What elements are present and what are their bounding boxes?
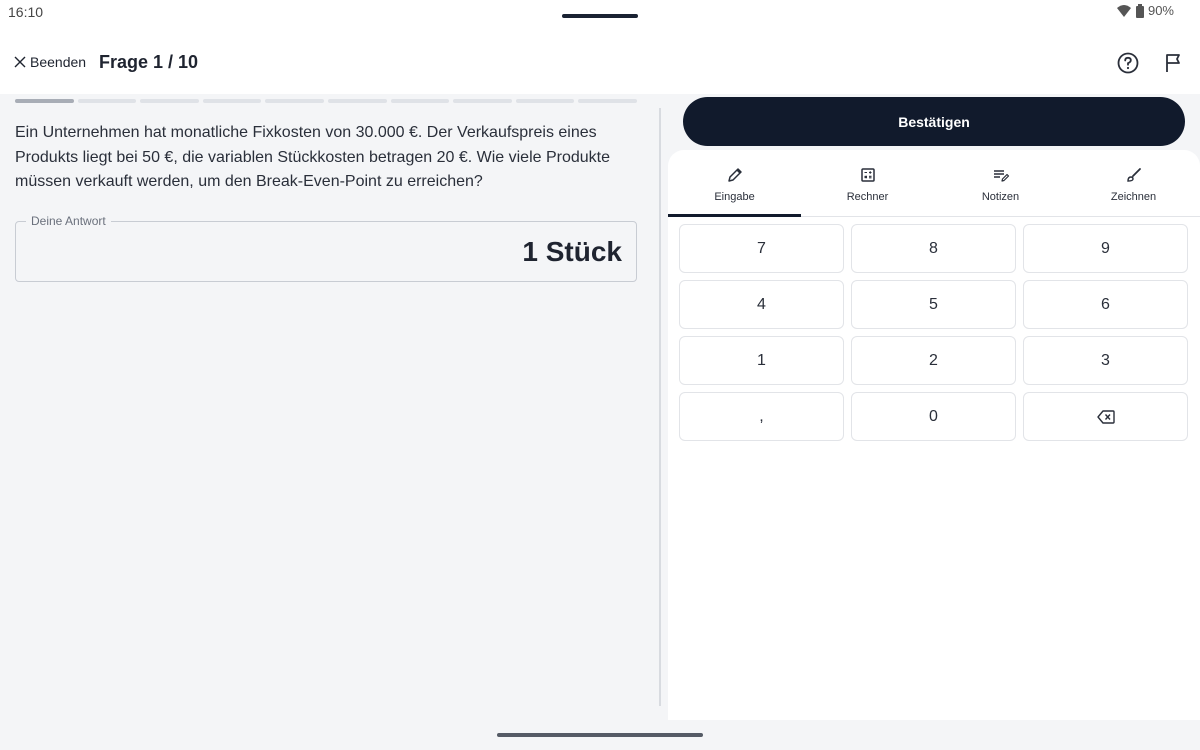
top-bar: Beenden Frage 1 / 10	[0, 34, 1200, 94]
key-label: 6	[1101, 295, 1110, 313]
key-label: 7	[757, 239, 766, 257]
tab-eingabe[interactable]: Eingabe	[668, 160, 801, 217]
calculator-icon	[860, 168, 875, 182]
progress-segment	[327, 99, 387, 103]
home-indicator[interactable]	[497, 733, 703, 737]
quit-label: Beenden	[30, 54, 87, 70]
wifi-icon	[1116, 4, 1131, 17]
backspace-icon	[1096, 409, 1115, 424]
backspace-key[interactable]	[1023, 392, 1188, 441]
confirm-button[interactable]: Bestätigen	[683, 97, 1185, 146]
key-9[interactable]: 9	[1023, 224, 1188, 273]
quit-button[interactable]: Beenden	[14, 54, 86, 70]
notes-icon	[993, 170, 1009, 182]
key-3[interactable]: 3	[1023, 336, 1188, 385]
brush-icon	[1126, 168, 1141, 182]
flag-icon[interactable]	[1162, 51, 1186, 75]
key-label: 3	[1101, 351, 1110, 369]
progress-bar	[15, 99, 637, 103]
key-0[interactable]: 0	[851, 392, 1016, 441]
key-2[interactable]: 2	[851, 336, 1016, 385]
top-handle	[562, 14, 638, 18]
key-label: 1	[757, 351, 766, 369]
key-8[interactable]: 8	[851, 224, 1016, 273]
key-1[interactable]: 1	[679, 336, 844, 385]
progress-segment	[140, 99, 199, 103]
key-label: 2	[929, 351, 938, 369]
key-label: 0	[929, 407, 938, 425]
progress-segment	[578, 99, 637, 103]
answer-value: 1 Stück	[522, 236, 622, 267]
progress-segment	[390, 99, 450, 103]
tab-label: Zeichnen	[1110, 191, 1157, 203]
key-6[interactable]: 6	[1023, 280, 1188, 329]
split-divider[interactable]	[659, 108, 661, 706]
key-label: 8	[929, 239, 938, 257]
page-title: Frage 1 / 10	[99, 52, 199, 72]
tab-label: Eingabe	[714, 191, 755, 203]
help-icon[interactable]	[1116, 51, 1140, 75]
tab-notizen[interactable]: Notizen	[934, 160, 1067, 216]
progress-segment	[202, 99, 262, 103]
tab-label: Notizen	[981, 191, 1020, 203]
status-time: 16:10	[8, 4, 44, 20]
progress-segment	[515, 99, 575, 103]
progress-segment	[265, 99, 324, 103]
answer-legend: Deine Antwort	[26, 214, 111, 228]
key-5[interactable]: 5	[851, 280, 1016, 329]
key-7[interactable]: 7	[679, 224, 844, 273]
key-label: 4	[757, 295, 766, 313]
battery-icon	[1135, 3, 1144, 18]
status-bar: 16:10 90%	[0, 0, 1200, 34]
tab-zeichnen[interactable]: Zeichnen	[1067, 160, 1200, 216]
progress-segment	[453, 99, 512, 103]
tab-rechner[interactable]: Rechner	[801, 160, 934, 216]
key-4[interactable]: 4	[679, 280, 844, 329]
tool-tabs: Eingabe Rechner Notizen Zeichnen	[668, 160, 1200, 217]
question-text: Ein Unternehmen hat monatliche Fixkosten…	[15, 124, 611, 190]
key-label: 9	[1101, 239, 1110, 257]
key-label: ,	[759, 407, 764, 425]
numeric-keypad: 7 8 9 4 5 6 1 2 3, 0	[679, 224, 1189, 441]
pencil-icon	[727, 168, 742, 182]
close-icon	[14, 56, 26, 68]
battery-level: 90%	[1147, 3, 1174, 18]
key-label: 5	[929, 295, 938, 313]
progress-segment	[15, 99, 74, 103]
key-comma[interactable]: ,	[679, 392, 844, 441]
answer-field[interactable]: Deine Antwort 1 Stück	[15, 214, 637, 282]
status-indicators: 90%	[1116, 3, 1174, 18]
progress-segment	[77, 99, 137, 103]
tab-label: Rechner	[846, 191, 889, 203]
tools-panel: Eingabe Rechner Notizen Zeichnen 7 8 9 4 5 6 1…	[668, 150, 1200, 720]
